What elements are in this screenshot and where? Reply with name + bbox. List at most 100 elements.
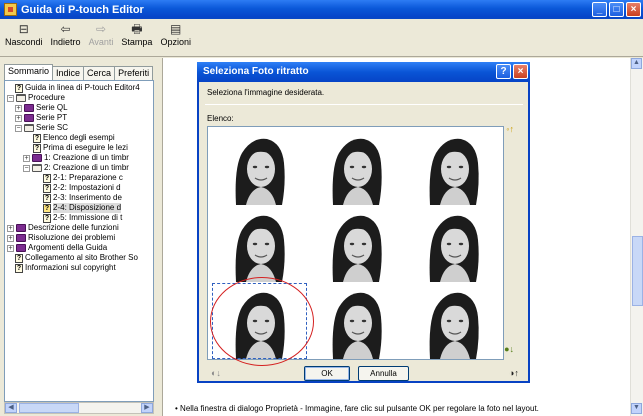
tree-item[interactable]: + Serie QL bbox=[15, 103, 68, 113]
tab-preferiti[interactable]: Preferiti bbox=[114, 66, 154, 80]
list-label: Elenco: bbox=[207, 114, 234, 123]
expand-icon[interactable]: + bbox=[15, 104, 22, 112]
print-icon: 🖶 bbox=[131, 22, 143, 36]
tree-item[interactable]: + Risoluzione dei problemi bbox=[7, 233, 115, 243]
scroll-thumb[interactable] bbox=[19, 403, 79, 413]
hide-icon: ⊟ bbox=[18, 22, 29, 36]
help-app-icon bbox=[4, 3, 17, 16]
scroll-thumb[interactable] bbox=[632, 236, 643, 306]
back-arrow-icon: ⇦ bbox=[60, 22, 71, 36]
tree-item[interactable]: − Serie SC bbox=[15, 123, 68, 133]
expand-icon[interactable]: + bbox=[7, 244, 14, 252]
window-titlebar[interactable]: Guida di P-touch Editor _ □ × bbox=[0, 0, 643, 19]
tree-item[interactable]: ? Guida in linea di P-touch Editor4 bbox=[15, 83, 140, 93]
tree-item[interactable]: ? 2-3: Inserimento de bbox=[43, 193, 122, 203]
book-icon bbox=[16, 234, 26, 242]
tree-item[interactable]: ? Collegamento al sito Brother So bbox=[15, 253, 138, 263]
help-toolbar: ⊟ Nascondi ⇦ Indietro ⇨ Avanti 🖶 Stampa … bbox=[0, 19, 643, 57]
topic-page-icon: ? bbox=[43, 183, 51, 193]
tab-indice[interactable]: Indice bbox=[52, 66, 85, 80]
scroll-up-button[interactable]: ▲ bbox=[631, 58, 642, 69]
options-icon: ▤ bbox=[170, 22, 182, 36]
scroll-left-button[interactable]: ◀ bbox=[5, 403, 17, 413]
bullet-icon: • bbox=[175, 404, 178, 413]
open-book-icon bbox=[24, 124, 34, 132]
tree-item[interactable]: + Argomenti della Guida bbox=[7, 243, 107, 253]
portrait-small-icon[interactable]: ◐↓ bbox=[211, 368, 221, 378]
open-book-icon bbox=[32, 164, 42, 172]
portrait-option[interactable] bbox=[406, 206, 501, 282]
close-window-button[interactable]: × bbox=[626, 2, 641, 17]
tree-horizontal-scrollbar[interactable]: ◀ ▶ bbox=[4, 402, 154, 414]
instruction-bullet: • Nella finestra di dialogo Proprietà - … bbox=[175, 404, 539, 413]
portrait-photo-image bbox=[212, 129, 307, 205]
topic-page-icon: ? bbox=[15, 83, 23, 93]
portrait-photo-image bbox=[212, 206, 307, 282]
dialog-instruction: Seleziona l'immagine desiderata. bbox=[207, 88, 325, 97]
topic-page-icon: ? bbox=[43, 193, 51, 203]
portrait-contrast-icon[interactable]: ◑↑ bbox=[509, 368, 519, 378]
expand-icon[interactable]: + bbox=[15, 114, 22, 122]
topic-page-icon: ? bbox=[43, 173, 51, 183]
portrait-photo-image bbox=[309, 283, 404, 359]
collapse-icon[interactable]: − bbox=[23, 164, 30, 172]
move-down-icon[interactable]: ●↓ bbox=[504, 344, 514, 354]
tree-item[interactable]: ? 2-1: Preparazione c bbox=[43, 173, 123, 183]
tree-item[interactable]: ? 2-2: Impostazioni d bbox=[43, 183, 121, 193]
expand-icon[interactable]: + bbox=[7, 224, 14, 232]
scroll-down-button[interactable]: ▼ bbox=[631, 403, 642, 414]
options-button[interactable]: ▤ Opzioni bbox=[157, 19, 194, 48]
expand-icon[interactable]: + bbox=[7, 234, 14, 242]
topic-page-icon: ? bbox=[33, 133, 41, 143]
portrait-option[interactable] bbox=[309, 206, 404, 282]
portrait-option[interactable] bbox=[212, 206, 307, 282]
content-vertical-scrollbar[interactable]: ▲ ▼ bbox=[630, 58, 643, 416]
hide-button[interactable]: ⊟ Nascondi bbox=[2, 19, 46, 48]
topic-page-icon: ? bbox=[33, 143, 41, 153]
expand-icon[interactable]: + bbox=[23, 154, 30, 162]
ok-button[interactable]: OK bbox=[304, 366, 350, 381]
tree-item[interactable]: + Descrizione delle funzioni bbox=[7, 223, 119, 233]
window-title: Guida di P-touch Editor bbox=[21, 3, 144, 16]
tree-item[interactable]: ? Prima di eseguire le lezi bbox=[33, 143, 128, 153]
cancel-button[interactable]: Annulla bbox=[358, 366, 409, 381]
portrait-photo-image bbox=[406, 206, 501, 282]
dialog-help-button[interactable]: ? bbox=[496, 64, 511, 79]
maximize-button[interactable]: □ bbox=[609, 2, 624, 17]
navigation-pane: Sommario Indice Cerca Preferiti ? Guida … bbox=[0, 58, 158, 416]
tree-item[interactable]: ? Elenco degli esempi bbox=[33, 133, 115, 143]
dialog-titlebar[interactable]: Seleziona Foto ritratto ? × bbox=[197, 62, 530, 82]
collapse-icon[interactable]: − bbox=[7, 94, 14, 102]
dialog-close-button[interactable]: × bbox=[513, 64, 528, 79]
tab-cerca[interactable]: Cerca bbox=[83, 66, 116, 80]
minimize-button[interactable]: _ bbox=[592, 2, 607, 17]
book-icon bbox=[24, 104, 34, 112]
print-button[interactable]: 🖶 Stampa bbox=[118, 19, 155, 48]
open-book-icon bbox=[16, 94, 26, 102]
tree-item[interactable]: ? Informazioni sul copyright bbox=[15, 263, 116, 273]
tree-item[interactable]: ? 2-5: Immissione di t bbox=[43, 213, 122, 223]
portrait-option[interactable] bbox=[406, 283, 501, 359]
book-icon bbox=[24, 114, 34, 122]
tree-item[interactable]: − 2: Creazione di un timbr bbox=[23, 163, 129, 173]
tree-item-selected[interactable]: ? 2-4: Disposizione d bbox=[43, 203, 122, 213]
scroll-right-button[interactable]: ▶ bbox=[141, 403, 153, 413]
topic-page-icon: ? bbox=[43, 213, 51, 223]
book-icon bbox=[16, 244, 26, 252]
tree-item[interactable]: − Procedure bbox=[7, 93, 65, 103]
forward-arrow-icon: ⇨ bbox=[95, 22, 107, 36]
portrait-photo-image bbox=[406, 283, 501, 359]
portrait-option[interactable] bbox=[406, 129, 501, 205]
portrait-option[interactable] bbox=[212, 129, 307, 205]
portrait-photo-image bbox=[309, 206, 404, 282]
tree-item[interactable]: + Serie PT bbox=[15, 113, 67, 123]
topic-page-icon: ? bbox=[15, 253, 23, 263]
back-button[interactable]: ⇦ Indietro bbox=[48, 19, 84, 48]
portrait-option[interactable] bbox=[309, 283, 404, 359]
collapse-icon[interactable]: − bbox=[15, 124, 22, 132]
tab-sommario[interactable]: Sommario bbox=[4, 64, 54, 80]
forward-button[interactable]: ⇨ Avanti bbox=[86, 19, 117, 48]
move-up-icon[interactable]: ◦↑ bbox=[506, 124, 514, 134]
portrait-option[interactable] bbox=[309, 129, 404, 205]
tree-item[interactable]: + 1: Creazione di un timbr bbox=[23, 153, 129, 163]
